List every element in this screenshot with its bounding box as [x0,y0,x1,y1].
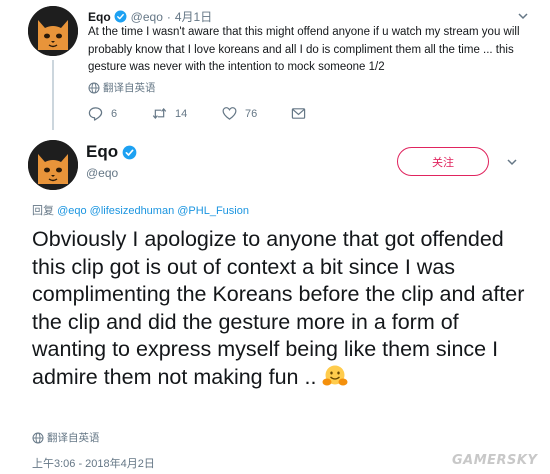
tweet-text: Obviously I apologize to anyone that got… [32,226,537,391]
mention-link[interactable]: @eqo [57,205,87,217]
thread-line [52,60,54,130]
mention-link[interactable]: @lifesizedhuman [90,205,175,217]
dm-button[interactable] [291,106,314,121]
display-name-row: Eqo [86,142,137,162]
translate-link[interactable]: 翻译自英语 [88,80,156,95]
avatar[interactable] [28,6,78,56]
retweet-icon [152,108,167,119]
like-button[interactable]: 76 [222,106,257,121]
cat-avatar-icon [28,140,78,190]
mention-link[interactable]: @PHL_Fusion [177,205,249,217]
avatar[interactable] [28,140,78,190]
dm-icon [291,108,306,119]
separator: · [166,9,171,24]
translate-label: 翻译自英语 [103,82,156,94]
verified-icon [122,145,137,159]
retweet-button[interactable]: 14 [152,106,187,121]
reply-count: 6 [111,107,118,120]
cat-avatar-icon [28,6,78,56]
display-name[interactable]: Eqo [86,142,118,162]
translate-link[interactable]: 翻译自英语 [32,430,100,445]
reply-button[interactable]: 6 [88,106,117,121]
tweet-timestamp[interactable]: 上午3:06 - 2018年4月2日 [32,455,155,471]
follow-button[interactable]: 关注 [397,147,489,176]
tweet-header: Eqo @eqo · 4月1日 [88,8,212,25]
watermark: GAMERSKY [452,453,538,468]
like-icon [222,107,237,120]
globe-icon [88,82,100,93]
display-name[interactable]: Eqo [88,10,111,24]
like-count: 76 [245,107,258,120]
chevron-down-icon[interactable] [517,10,529,22]
reply-prefix: 回复 [32,205,54,217]
tweet-text: At the time I wasn't aware that this mig… [88,26,520,73]
replying-to: 回复 @eqo @lifesizedhuman @PHL_Fusion [32,202,249,218]
tweet-actions: 6 14 76 [88,106,318,126]
hugging-emoji [322,365,348,385]
tweet-date[interactable]: 4月1日 [175,8,212,25]
handle[interactable]: @eqo [86,166,118,180]
handle[interactable]: @eqo [131,10,163,24]
retweet-count: 14 [175,107,188,120]
reply-icon [88,107,103,121]
chevron-down-icon[interactable] [506,156,518,168]
tweet-body: Obviously I apologize to anyone that got… [32,227,525,389]
verified-icon [114,10,127,23]
globe-icon [32,432,44,443]
translate-label: 翻译自英语 [47,432,100,444]
